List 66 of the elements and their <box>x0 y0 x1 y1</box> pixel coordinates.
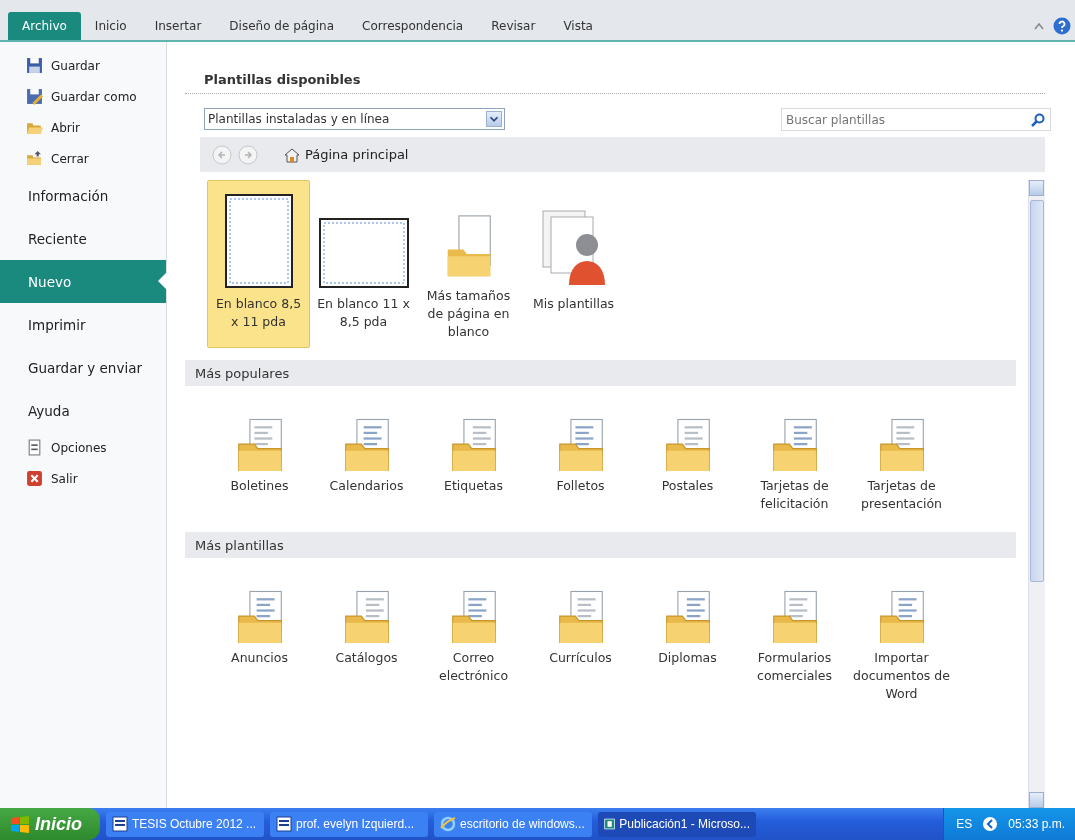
template-category[interactable]: Boletines <box>207 406 312 520</box>
collapse-ribbon-icon[interactable] <box>1033 21 1045 31</box>
template-category[interactable]: Diplomas <box>635 578 740 710</box>
blank-page-icon <box>223 193 294 289</box>
save-as-icon <box>26 88 43 105</box>
document-app-icon <box>112 816 128 832</box>
template-tile[interactable]: En blanco 11 x 8,5 pda <box>312 180 415 348</box>
menu-item[interactable]: Salir <box>0 463 166 494</box>
menu-item[interactable]: Guardar y enviar <box>0 346 166 389</box>
template-tile[interactable]: En blanco 8,5 x 11 pda <box>207 180 310 348</box>
folder-icon <box>26 150 43 167</box>
template-category[interactable]: Tarjetas de felicitación <box>742 406 847 520</box>
menu-item[interactable]: Cerrar <box>0 143 166 174</box>
clock: 05:33 p.m. <box>1008 817 1065 831</box>
template-category[interactable]: Tarjetas de presentación <box>849 406 954 520</box>
template-category[interactable]: Calendarios <box>314 406 419 520</box>
template-category[interactable]: Postales <box>635 406 740 520</box>
language-indicator[interactable]: ES <box>956 817 973 831</box>
template-category[interactable]: Currículos <box>528 578 633 710</box>
home-icon <box>284 146 300 163</box>
menu-item[interactable]: Reciente <box>0 217 166 260</box>
taskbar-button[interactable]: Publicación1 - Microso... <box>598 811 756 837</box>
template-category[interactable]: Importar documentos de Word <box>849 578 954 710</box>
template-category[interactable]: Formularios comerciales <box>742 578 847 710</box>
template-category[interactable]: Anuncios <box>207 578 312 710</box>
template-tile[interactable]: Más tamaños de página en blanco <box>417 180 520 348</box>
help-icon[interactable] <box>1053 17 1071 35</box>
template-tile[interactable]: Mis plantillas <box>522 180 625 348</box>
ribbon-tab[interactable]: Inicio <box>80 12 141 40</box>
menu-item[interactable]: Nuevo <box>0 260 166 303</box>
taskbar-button[interactable]: escritorio de windows... <box>434 811 592 837</box>
blank-page-icon <box>317 217 410 289</box>
taskbar-button[interactable]: TESIS Octubre 2012 ... <box>106 811 264 837</box>
ribbon-tab[interactable]: Insertar <box>140 12 216 40</box>
exit-icon <box>26 470 43 487</box>
template-category[interactable]: Catálogos <box>314 578 419 710</box>
ribbon-tab[interactable]: Revisar <box>477 12 550 40</box>
template-source-dropdown[interactable]: Plantillas instaladas y en línea <box>204 108 505 130</box>
menu-item[interactable]: Ayuda <box>0 389 166 432</box>
document-icon <box>26 439 43 456</box>
ribbon-tab[interactable]: Diseño de página <box>215 12 348 40</box>
document-app-icon <box>276 816 292 832</box>
template-category[interactable]: Etiquetas <box>421 406 526 520</box>
template-category[interactable]: Folletos <box>528 406 633 520</box>
expand-tray-icon[interactable] <box>982 816 999 832</box>
start-button[interactable]: Inicio <box>0 808 100 840</box>
menu-item[interactable]: Información <box>0 174 166 217</box>
category-header: Más plantillas <box>185 532 1016 558</box>
taskbar-button[interactable]: prof. evelyn Izquierd... <box>270 811 428 837</box>
menu-item[interactable]: Imprimir <box>0 303 166 346</box>
section-title: Plantillas disponibles <box>185 72 1045 94</box>
menu-item[interactable]: Opciones <box>0 432 166 463</box>
menu-item[interactable]: Abrir <box>0 112 166 143</box>
browser-icon <box>440 816 456 832</box>
home-link[interactable]: Página principal <box>278 145 415 164</box>
ribbon-tab[interactable]: Vista <box>549 12 607 40</box>
publisher-app-icon <box>604 816 616 832</box>
menu-item[interactable]: Guardar como <box>0 81 166 112</box>
category-header: Más populares <box>185 360 1016 386</box>
windows-flag-icon <box>10 815 30 833</box>
ribbon-tab[interactable]: Correspondencia <box>348 12 478 40</box>
scrollbar[interactable] <box>1028 180 1045 808</box>
template-category[interactable]: Correo electrónico <box>421 578 526 710</box>
ribbon-tab[interactable]: Archivo <box>8 12 81 40</box>
search-field[interactable]: Buscar plantillas <box>781 108 1051 131</box>
menu-item[interactable]: Guardar <box>0 50 166 81</box>
